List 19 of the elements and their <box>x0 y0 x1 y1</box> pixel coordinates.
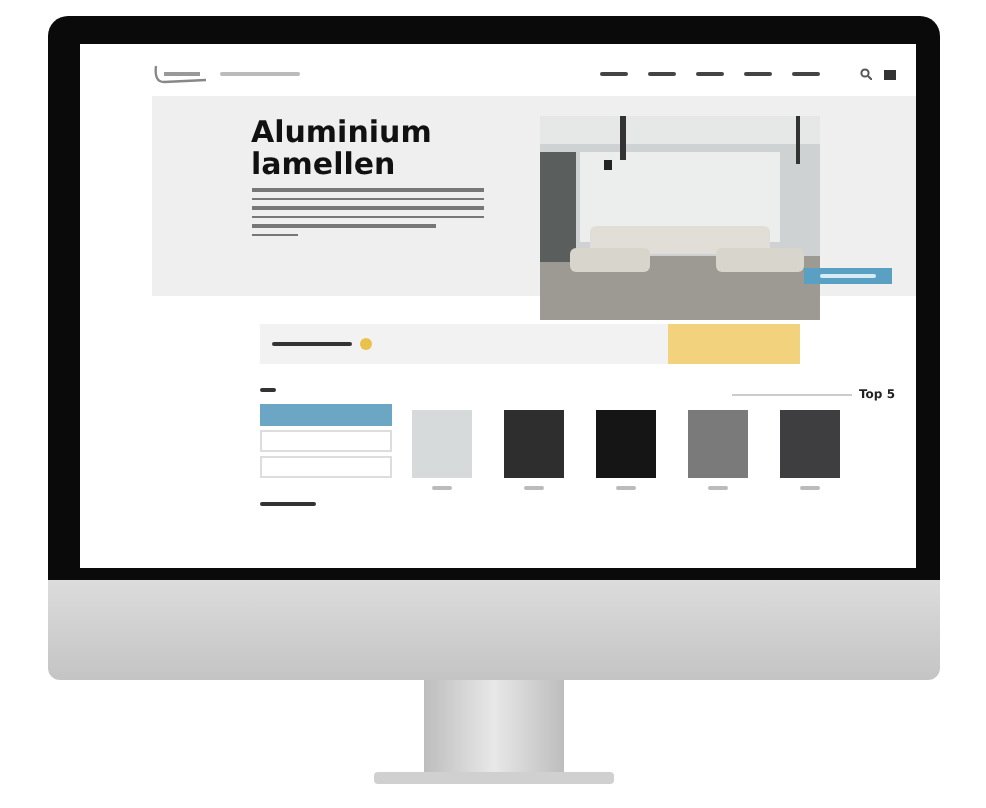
search-icon[interactable] <box>859 68 871 80</box>
color-swatch[interactable] <box>687 410 747 478</box>
nav-link[interactable] <box>695 72 723 76</box>
action-button[interactable] <box>667 324 799 364</box>
info-icon <box>359 338 371 350</box>
cta-button[interactable] <box>803 268 891 284</box>
monitor-stand <box>423 680 563 772</box>
menu-icon[interactable] <box>883 69 895 79</box>
filter-option[interactable] <box>259 404 391 426</box>
blurred-tagline <box>219 72 299 76</box>
nav-link[interactable] <box>791 72 819 76</box>
color-swatch[interactable] <box>411 410 471 478</box>
color-swatch[interactable] <box>503 410 563 478</box>
hero-title: Aluminium lamellen <box>251 116 434 180</box>
color-swatch[interactable] <box>779 410 839 478</box>
nav-link[interactable] <box>743 72 771 76</box>
color-swatch[interactable] <box>595 410 655 478</box>
nav-link[interactable] <box>647 72 675 76</box>
nav-link[interactable] <box>599 72 627 76</box>
